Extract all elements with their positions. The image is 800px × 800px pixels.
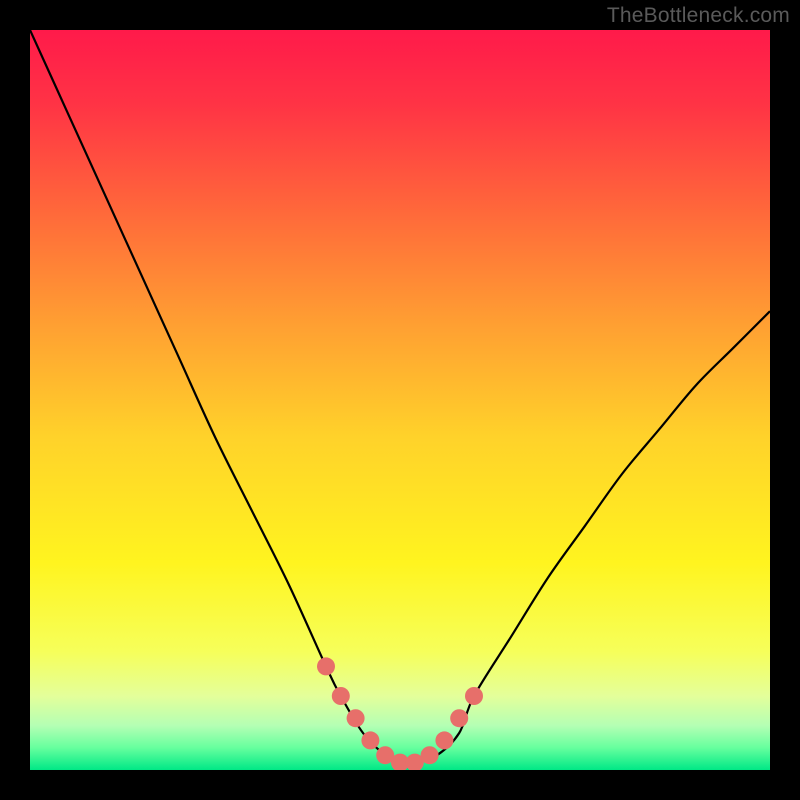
marker-point — [435, 731, 453, 749]
chart-frame: TheBottleneck.com — [0, 0, 800, 800]
marker-point — [332, 687, 350, 705]
plot-background — [30, 30, 770, 770]
bottleneck-chart — [0, 0, 800, 800]
watermark-text: TheBottleneck.com — [607, 4, 790, 28]
marker-point — [465, 687, 483, 705]
marker-point — [450, 709, 468, 727]
marker-point — [347, 709, 365, 727]
marker-point — [421, 746, 439, 764]
marker-point — [317, 657, 335, 675]
marker-point — [361, 731, 379, 749]
